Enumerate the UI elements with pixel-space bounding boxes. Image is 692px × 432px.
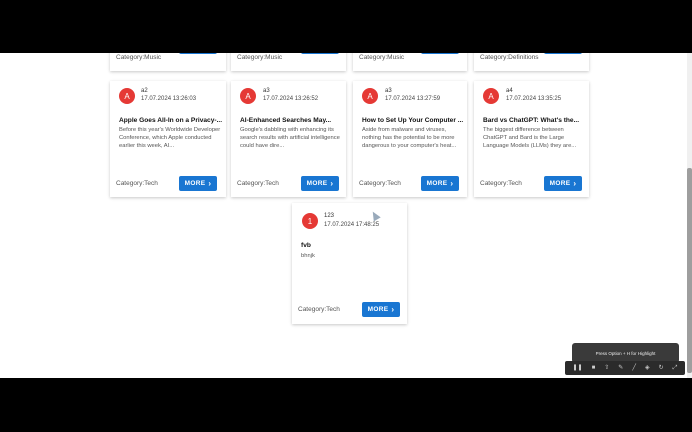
refresh-icon[interactable]: ↻	[659, 365, 664, 371]
chevron-right-icon: ›	[391, 304, 395, 314]
card-description: The biggest difference between ChatGPT a…	[483, 127, 577, 149]
avatar: A	[362, 88, 378, 104]
news-card: A a3 17.07.2024 13:26:52 AI-Enhanced Sea…	[231, 81, 346, 197]
author-name: 123	[324, 213, 335, 219]
card-top-2: Category:Music MORE›	[231, 53, 346, 71]
more-button[interactable]: MORE›	[544, 53, 582, 54]
news-card: A a3 17.07.2024 13:27:59 How to Set Up Y…	[353, 81, 467, 197]
category-label: Category:Tech	[480, 180, 522, 187]
more-label: MORE	[306, 180, 328, 187]
post-date: 17.07.2024 17:48:25	[324, 222, 380, 228]
more-button[interactable]: MORE›	[421, 176, 459, 191]
author-name: a3	[263, 88, 270, 94]
card-title: Apple Goes All-In on a Privacy-...	[119, 117, 223, 124]
news-card: A a2 17.07.2024 13:26:03 Apple Goes All-…	[110, 81, 226, 197]
more-button[interactable]: MORE›	[544, 176, 582, 191]
chevron-right-icon: ›	[330, 178, 334, 188]
avatar: A	[240, 88, 256, 104]
card-description: bhnjk	[301, 253, 315, 259]
author-name: a3	[385, 88, 392, 94]
news-card: 1 123 17.07.2024 17:48:25 fvb bhnjk Cate…	[292, 203, 407, 324]
more-label: MORE	[184, 180, 206, 187]
square-icon[interactable]: ■	[592, 365, 596, 371]
category-label: Category:Definitions	[480, 54, 539, 61]
scrollbar-thumb[interactable]	[687, 168, 692, 373]
card-top-3: Category:Music MORE›	[353, 53, 467, 71]
card-top-4: Category:Definitions MORE›	[474, 53, 589, 71]
news-card: A a4 17.07.2024 13:35:25 Bard vs ChatGPT…	[474, 81, 589, 197]
upload-icon[interactable]: ⇧	[604, 365, 609, 371]
more-button[interactable]: MORE›	[301, 53, 339, 54]
category-label: Category:Music	[116, 54, 162, 61]
more-button[interactable]: MORE›	[421, 53, 459, 54]
card-top-1: Category:Music MORE›	[110, 53, 226, 71]
author-name: a2	[141, 88, 148, 94]
avatar: A	[483, 88, 499, 104]
chevron-right-icon: ›	[450, 178, 454, 188]
post-date: 17.07.2024 13:26:03	[141, 96, 197, 102]
card-description: Aside from malware and viruses, nothing …	[362, 127, 457, 149]
recorder-toolbar: ❚❚ ■ ⇧ ✎ ╱ ◈ ↻ ⤢	[565, 361, 685, 375]
eraser-icon[interactable]: ◈	[645, 365, 650, 371]
post-date: 17.07.2024 13:26:52	[263, 96, 319, 102]
more-button[interactable]: MORE›	[179, 176, 217, 191]
pause-icon[interactable]: ❚❚	[573, 365, 583, 371]
highlight-tooltip: Press Option + H for Highlight	[572, 343, 679, 363]
post-date: 17.07.2024 13:35:25	[506, 96, 562, 102]
card-title: AI-Enhanced Searches May...	[240, 117, 332, 124]
post-date: 17.07.2024 13:27:59	[385, 96, 441, 102]
author-name: a4	[506, 88, 513, 94]
card-title: Bard vs ChatGPT: What's the...	[483, 117, 580, 124]
card-description: Before this year's Worldwide Developer C…	[119, 127, 221, 149]
avatar: 1	[302, 213, 318, 229]
line-icon[interactable]: ╱	[632, 365, 636, 371]
category-label: Category:Tech	[359, 180, 401, 187]
more-button[interactable]: MORE›	[362, 302, 400, 317]
chevron-right-icon: ›	[208, 178, 212, 188]
more-label: MORE	[549, 180, 571, 187]
more-button[interactable]: MORE›	[301, 176, 339, 191]
category-label: Category:Tech	[237, 180, 279, 187]
chevron-right-icon: ›	[573, 178, 577, 188]
more-label: MORE	[426, 180, 448, 187]
scrollbar[interactable]	[687, 53, 692, 378]
category-label: Category:Music	[237, 54, 283, 61]
card-description: Google's dabbling with enhancing its sea…	[240, 127, 340, 149]
expand-icon[interactable]: ⤢	[673, 365, 678, 371]
avatar: A	[119, 88, 135, 104]
more-label: MORE	[367, 306, 389, 313]
pen-icon[interactable]: ✎	[618, 365, 623, 371]
category-label: Category:Tech	[298, 306, 340, 313]
page-viewport: Category:Music MORE› Category:Music MORE…	[0, 53, 692, 378]
card-title: fvb	[301, 242, 311, 249]
more-button[interactable]: MORE›	[179, 53, 217, 54]
category-label: Category:Tech	[116, 180, 158, 187]
card-title: How to Set Up Your Computer ...	[362, 117, 464, 124]
category-label: Category:Music	[359, 54, 405, 61]
